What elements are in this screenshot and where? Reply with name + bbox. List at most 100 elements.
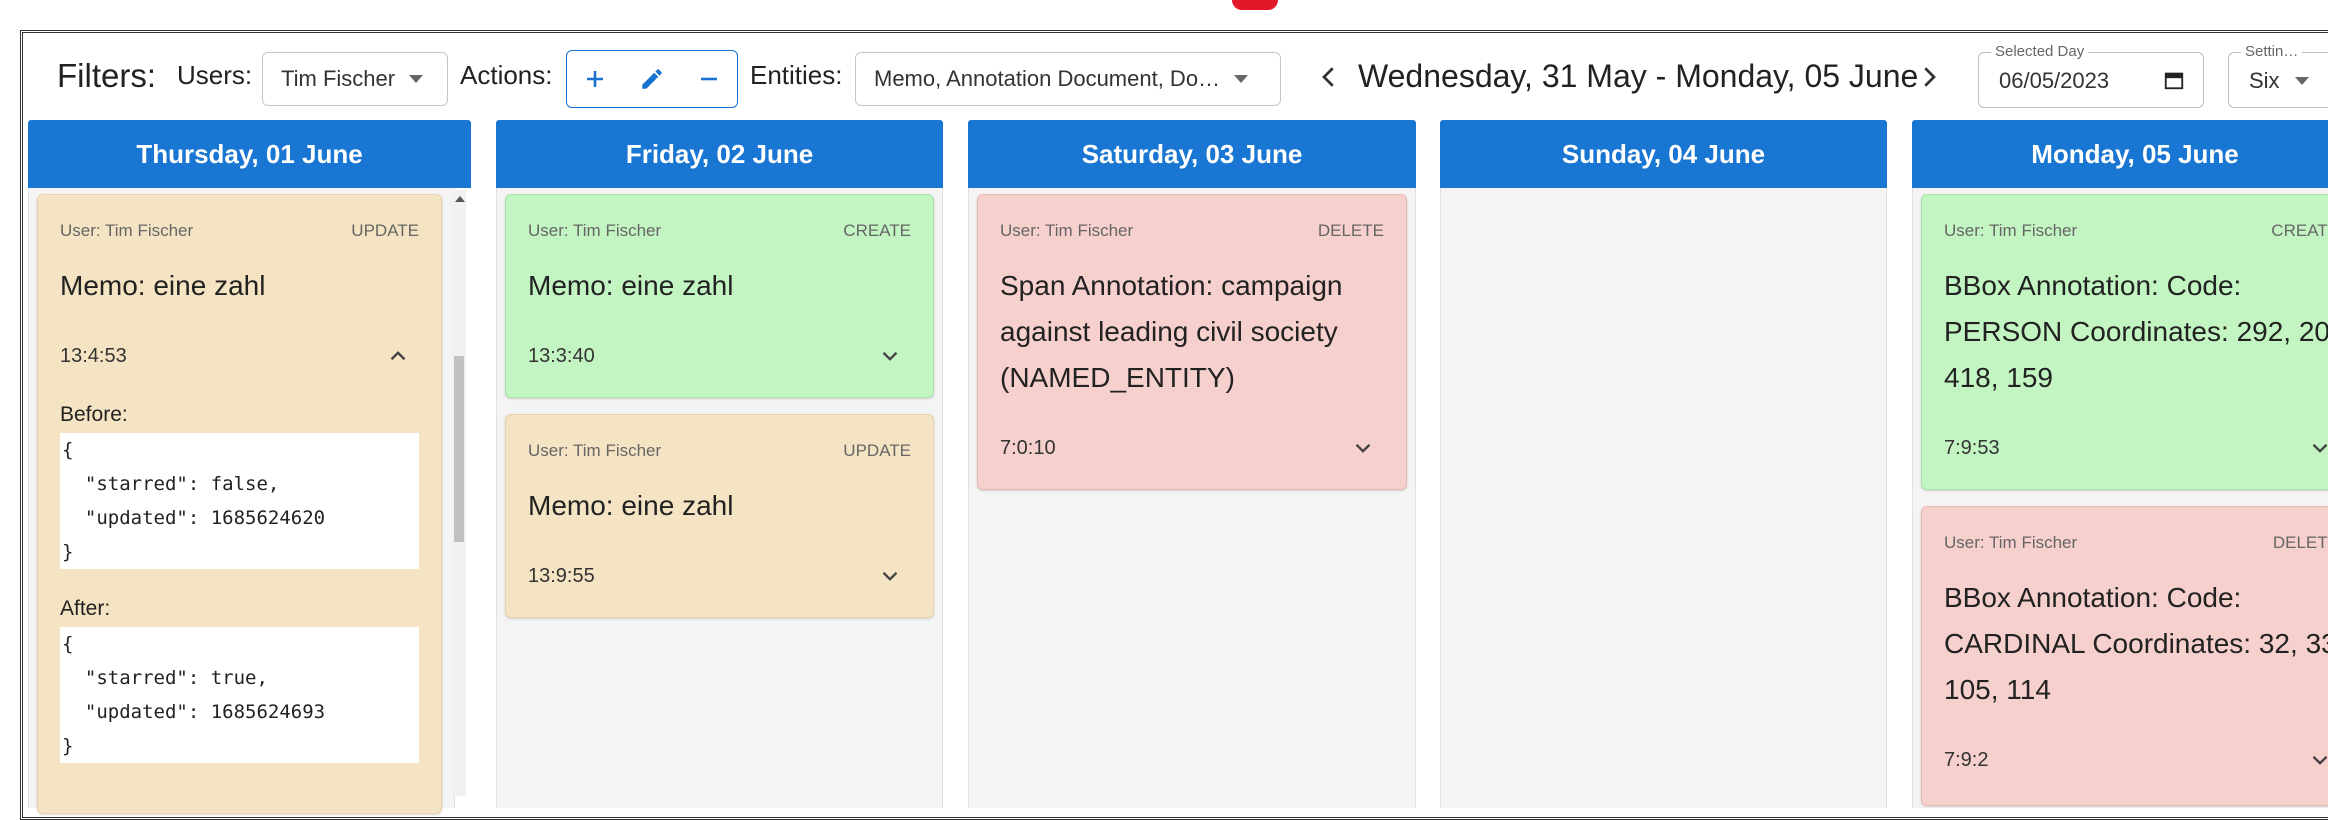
day-column-friday: Friday, 02 June User: Tim Fischer CREATE… (496, 120, 943, 808)
selected-day-field[interactable]: Selected Day 06/05/2023 (1978, 43, 2204, 108)
day-column-body: User: Tim Fischer UPDATE Memo: eine zahl… (28, 188, 455, 814)
day-column-body: User: Tim Fischer CREATE Memo: eine zahl… (496, 188, 943, 808)
json-line: } (62, 541, 74, 563)
card-user: User: Tim Fischer (1944, 533, 2078, 552)
activity-card[interactable]: User: Tim Fischer UPDATE Memo: eine zahl… (37, 194, 442, 814)
after-json: { "starred": true, "updated": 1685624693… (60, 627, 419, 763)
json-line: "starred": true, (62, 667, 268, 689)
card-user: User: Tim Fischer (1000, 221, 1134, 240)
action-create-toggle[interactable] (571, 55, 619, 103)
entities-label: Entities: (750, 60, 843, 90)
card-meta: User: Tim Fischer UPDATE (528, 441, 911, 461)
filters-label: Filters: (57, 57, 156, 94)
users-label: Users: (177, 60, 253, 90)
after-label: After: (60, 597, 111, 620)
day-column-body (1440, 188, 1887, 808)
calendar-icon[interactable] (2163, 69, 2185, 91)
selected-day-value: 06/05/2023 (1999, 68, 2110, 93)
chevron-left-icon (1322, 67, 1334, 87)
card-user: User: Tim Fischer (528, 441, 662, 460)
day-column-saturday: Saturday, 03 June User: Tim Fischer DELE… (968, 120, 1416, 808)
card-user: User: Tim Fischer (1944, 221, 2078, 240)
day-column-sunday: Sunday, 04 June (1440, 120, 1887, 808)
users-select[interactable]: Tim Fischer (262, 52, 448, 106)
before-label: Before: (60, 403, 128, 426)
card-time: 13:4:53 (60, 345, 127, 367)
chevron-down-icon[interactable] (877, 563, 903, 589)
activity-card[interactable]: User: Tim Fischer CREATE BBox Annotation… (1921, 194, 2328, 490)
entities-select[interactable]: Memo, Annotation Document, Do… (855, 52, 1281, 106)
card-action-badge: UPDATE (843, 441, 911, 460)
chevron-down-icon[interactable] (1350, 435, 1376, 461)
chevron-up-icon[interactable] (385, 343, 411, 369)
json-line: "starred": false, (62, 473, 280, 495)
card-title: Memo: eine zahl (528, 270, 734, 301)
minus-icon (700, 77, 717, 81)
day-header: Friday, 02 June (496, 120, 943, 188)
card-time: 7:0:10 (1000, 437, 1056, 459)
card-title: Span Annotation: campaign against leadin… (1000, 270, 1343, 393)
json-line: { (62, 633, 74, 655)
day-column-thursday: Thursday, 01 June User: Tim Fischer UPDA… (28, 120, 471, 814)
card-title: Memo: eine zahl (528, 490, 734, 521)
chevron-down-icon[interactable] (2307, 435, 2328, 461)
users-select-value: Tim Fischer (281, 66, 396, 91)
day-column-monday: Monday, 05 June User: Tim Fischer CREATE… (1912, 120, 2328, 808)
card-meta: User: Tim Fischer UPDATE (60, 221, 419, 241)
previous-week-button[interactable] (1312, 60, 1346, 94)
day-header: Saturday, 03 June (968, 120, 1416, 188)
card-action-badge: CREATE (843, 221, 911, 240)
card-time: 13:9:55 (528, 565, 595, 587)
card-action-badge: DELETE (2272, 533, 2328, 552)
card-action-badge: DELETE (1317, 221, 1384, 240)
entities-select-value: Memo, Annotation Document, Do… (874, 66, 1221, 91)
next-week-button[interactable] (1912, 60, 1946, 94)
actions-label: Actions: (460, 60, 553, 90)
caret-down-icon (409, 75, 424, 83)
card-meta: User: Tim Fischer CREATE (1944, 221, 2328, 241)
card-time: 7:9:2 (1944, 749, 1989, 771)
day-header: Thursday, 01 June (28, 120, 471, 188)
chevron-down-icon[interactable] (877, 343, 903, 369)
card-time: 13:3:40 (528, 345, 595, 367)
caret-down-icon (1234, 75, 1249, 83)
card-user: User: Tim Fischer (60, 221, 194, 240)
settings-legend: Settin… (2241, 43, 2303, 60)
activity-card[interactable]: User: Tim Fischer DELETE BBox Annotation… (1921, 506, 2328, 806)
activity-card[interactable]: User: Tim Fischer DELETE Span Annotation… (977, 194, 1407, 490)
before-json: { "starred": false, "updated": 168562462… (60, 433, 419, 569)
card-title: BBox Annotation: Code: PERSON Coordinate… (1944, 270, 2328, 393)
action-delete-toggle[interactable] (685, 55, 733, 103)
actions-toggle-group (566, 50, 738, 108)
date-range-title: Wednesday, 31 May - Monday, 05 June (1358, 58, 1919, 94)
card-user: User: Tim Fischer (528, 221, 662, 240)
day-header: Monday, 05 June (1912, 120, 2328, 188)
day-header: Sunday, 04 June (1440, 120, 1887, 188)
card-action-badge: UPDATE (351, 221, 419, 240)
selected-day-legend: Selected Day (1991, 43, 2089, 60)
settings-value: Six (2249, 68, 2280, 93)
activity-card[interactable]: User: Tim Fischer CREATE Memo: eine zahl… (505, 194, 934, 398)
card-meta: User: Tim Fischer CREATE (528, 221, 911, 241)
chevron-right-icon (1924, 67, 1936, 87)
activity-card[interactable]: User: Tim Fischer UPDATE Memo: eine zahl… (505, 414, 934, 618)
scroll-up-arrow-icon[interactable] (455, 196, 465, 202)
day-column-body: User: Tim Fischer DELETE Span Annotation… (968, 188, 1416, 808)
pencil-icon (642, 69, 662, 89)
chevron-down-icon[interactable] (2307, 747, 2328, 773)
card-time: 7:9:53 (1944, 437, 2000, 459)
json-line: { (62, 439, 74, 461)
caret-down-icon (2295, 77, 2309, 85)
card-title: Memo: eine zahl (60, 270, 266, 301)
action-update-toggle[interactable] (628, 55, 676, 103)
scrollbar-thumb[interactable] (454, 356, 464, 542)
json-line: "updated": 1685624693 (62, 701, 326, 723)
settings-select[interactable]: Settin… Six (2228, 43, 2328, 108)
card-meta: User: Tim Fischer DELETE (1944, 533, 2328, 553)
day-column-body: User: Tim Fischer CREATE BBox Annotation… (1912, 188, 2328, 808)
json-line: } (62, 735, 74, 757)
plus-icon (587, 71, 604, 87)
card-meta: User: Tim Fischer DELETE (1000, 221, 1384, 241)
card-title: BBox Annotation: Code: CARDINAL Coordina… (1944, 582, 2328, 705)
filter-toolbar: Filters: Users: Tim Fischer Actions: Ent… (0, 0, 2328, 108)
